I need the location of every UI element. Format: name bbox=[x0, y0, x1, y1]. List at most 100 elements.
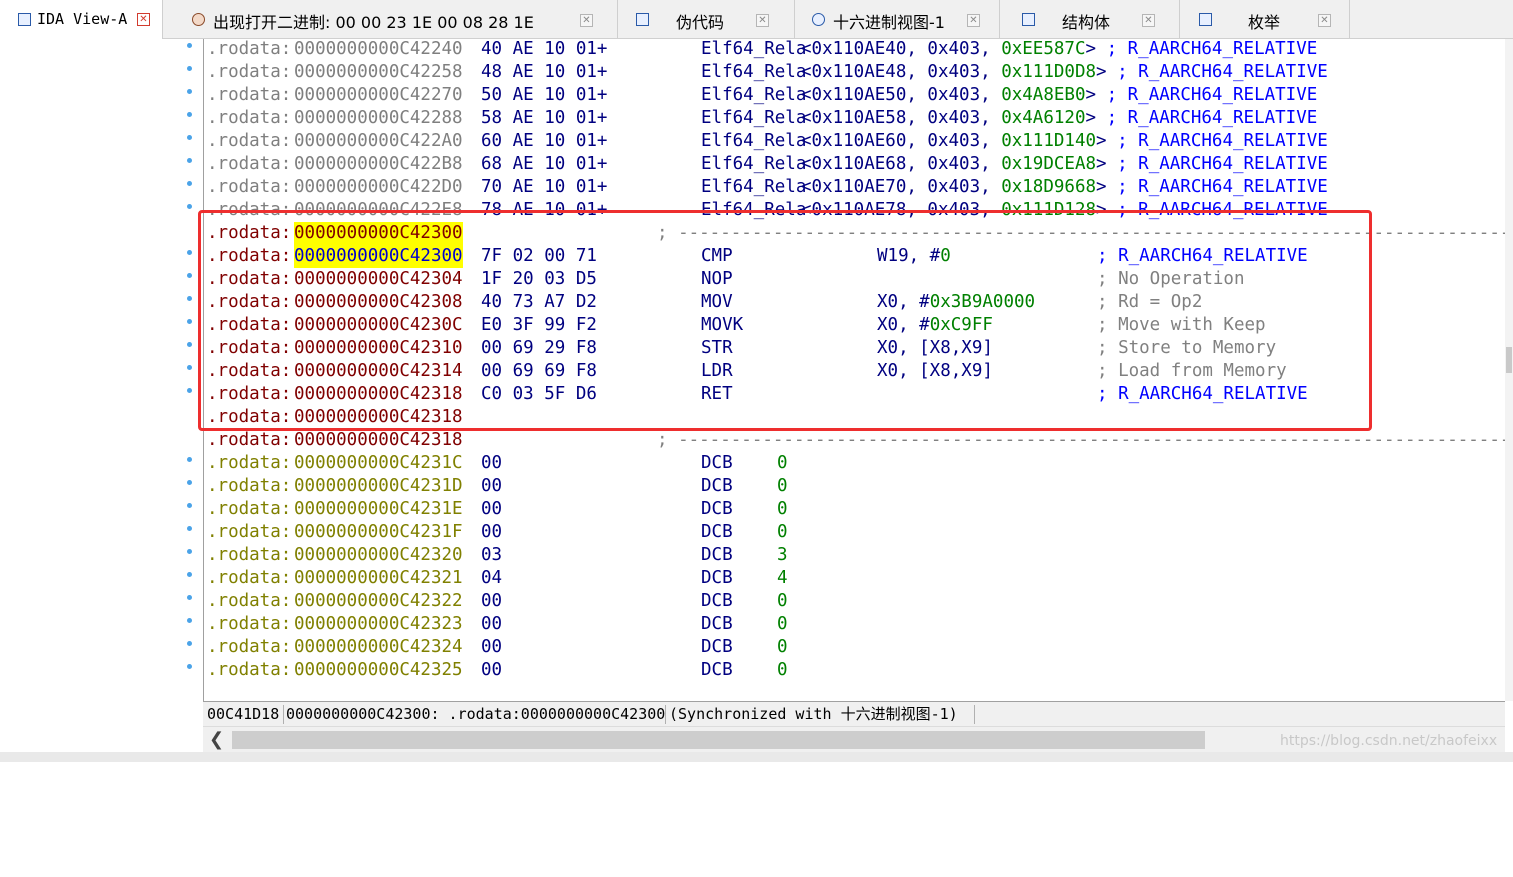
listing-line[interactable]: .rodata: 0000000000C42318 ; --------------… bbox=[204, 429, 1506, 452]
operand-number: 0 bbox=[777, 522, 788, 542]
listing-line[interactable]: .rodata: 0000000000C42270 50 AE 10 01+ Elf6… bbox=[204, 84, 1506, 107]
listing-line[interactable]: .rodata: 0000000000C42318 bbox=[204, 406, 1506, 429]
operand-text: <0x110AE48, 0x403, bbox=[801, 62, 1002, 82]
comment: ; R_AARCH64_RELATIVE bbox=[1117, 131, 1328, 151]
listing-line[interactable]: .rodata: 0000000000C42320 03 DCB 3 bbox=[204, 544, 1506, 567]
listing-line[interactable]: .rodata: 0000000000C42288 58 AE 10 01+ Elf6… bbox=[204, 107, 1506, 130]
line-marker-dot bbox=[187, 43, 192, 48]
comment: ; No Operation bbox=[1097, 269, 1245, 289]
arrows-panel bbox=[0, 39, 203, 762]
listing-line[interactable]: .rodata: 0000000000C42304 1F 20 03 D5 NOP ; … bbox=[204, 268, 1506, 291]
listing-line[interactable]: .rodata: 0000000000C42308 40 73 A7 D2 MOV X0… bbox=[204, 291, 1506, 314]
line-marker-dot bbox=[187, 89, 192, 94]
listing-line[interactable]: .rodata: 0000000000C42314 00 69 69 F8 LDR X0… bbox=[204, 360, 1506, 383]
close-icon[interactable]: ✕ bbox=[756, 14, 769, 27]
disassembly-listing[interactable]: .rodata: 0000000000C42240 40 AE 10 01+ Elf6… bbox=[203, 39, 1506, 701]
operand-number: 0 bbox=[940, 246, 951, 266]
opcode-bytes: 03 bbox=[481, 545, 503, 565]
operands: 3 bbox=[777, 544, 788, 567]
line-marker-dot bbox=[187, 664, 192, 669]
tab-search-result[interactable]: 出现打开二进制: 00 00 23 1E 00 08 28 1E ✕ bbox=[175, 0, 618, 38]
line-marker-dot bbox=[187, 457, 192, 462]
operand-number: 0x111D128 bbox=[1001, 200, 1097, 220]
address: 0000000000C42320 bbox=[294, 545, 463, 565]
listing-line[interactable]: .rodata: 0000000000C4231F 00 DCB 0 bbox=[204, 521, 1506, 544]
address: 0000000000C4230C bbox=[294, 315, 463, 335]
mnemonic: Elf64_Rela bbox=[701, 85, 807, 105]
tab-hex-view[interactable]: 十六进制视图-1 ✕ bbox=[795, 0, 1000, 38]
close-icon[interactable]: ✕ bbox=[1142, 14, 1155, 27]
mnemonic: STR bbox=[701, 338, 733, 358]
scrollbar-thumb[interactable] bbox=[1506, 347, 1512, 373]
opcode-bytes: 00 bbox=[481, 660, 503, 680]
search-result-icon bbox=[192, 13, 205, 26]
operands: <0x110AE40, 0x403, 0xEE587C> ; R_AARCH64… bbox=[801, 39, 1317, 61]
listing-line[interactable]: .rodata: 0000000000C42321 04 DCB 4 bbox=[204, 567, 1506, 590]
operand-number: 4 bbox=[777, 568, 788, 588]
listing-line[interactable]: .rodata: 0000000000C422D0 70 AE 10 01+ Elf6… bbox=[204, 176, 1506, 199]
segment-name: .rodata: bbox=[207, 269, 292, 289]
listing-line[interactable]: .rodata: 0000000000C42258 48 AE 10 01+ Elf6… bbox=[204, 61, 1506, 84]
line-marker-dot bbox=[187, 342, 192, 347]
tab-enums[interactable]: 枚举 ✕ bbox=[1180, 0, 1350, 38]
close-icon[interactable]: ✕ bbox=[967, 14, 980, 27]
comment: ; R_AARCH64_RELATIVE bbox=[1117, 154, 1328, 174]
close-icon[interactable]: ✕ bbox=[580, 14, 593, 27]
scroll-left-icon[interactable]: ❮ bbox=[209, 729, 224, 750]
comment: ; Store to Memory bbox=[1097, 338, 1277, 358]
operand-text: <0x110AE78, 0x403, bbox=[801, 200, 1002, 220]
operand-text: <0x110AE68, 0x403, bbox=[801, 154, 1002, 174]
listing-line[interactable]: .rodata: 0000000000C42318 C0 03 5F D6 RET ; … bbox=[204, 383, 1506, 406]
listing-line[interactable]: .rodata: 0000000000C42310 00 69 29 F8 STR X0… bbox=[204, 337, 1506, 360]
opcode-bytes: 00 bbox=[481, 476, 503, 496]
mnemonic: Elf64_Rela bbox=[701, 154, 807, 174]
listing-line[interactable]: .rodata: 0000000000C42300 ; --------------… bbox=[204, 222, 1506, 245]
comment: ; R_AARCH64_RELATIVE bbox=[1106, 108, 1318, 128]
line-marker-dot bbox=[187, 112, 192, 117]
operand-text: X0, # bbox=[877, 292, 930, 312]
listing-line[interactable]: .rodata: 0000000000C42322 00 DCB 0 bbox=[204, 590, 1506, 613]
operand-number: 0 bbox=[777, 499, 788, 519]
close-icon[interactable]: ✕ bbox=[137, 13, 150, 26]
close-icon[interactable]: ✕ bbox=[1318, 14, 1331, 27]
operand-number: 0xEE587C bbox=[1001, 39, 1086, 59]
ida-view-icon bbox=[18, 13, 31, 26]
line-marker-dot bbox=[187, 549, 192, 554]
scrollbar-thumb[interactable] bbox=[232, 731, 1205, 749]
operand-text: > bbox=[1096, 131, 1118, 151]
tab-label: 结构体 bbox=[1062, 13, 1111, 32]
opcode-bytes: 58 AE 10 01+ bbox=[481, 108, 608, 128]
tab-structures[interactable]: 结构体 ✕ bbox=[1000, 0, 1180, 38]
vertical-scrollbar[interactable] bbox=[1505, 39, 1513, 701]
listing-line[interactable]: .rodata: 0000000000C4231D 00 DCB 0 bbox=[204, 475, 1506, 498]
operands: 0 bbox=[777, 636, 788, 659]
listing-line[interactable]: .rodata: 0000000000C42323 00 DCB 0 bbox=[204, 613, 1506, 636]
operands: <0x110AE58, 0x403, 0x4A6120> ; R_AARCH64… bbox=[801, 107, 1317, 130]
segment-name: .rodata: bbox=[207, 545, 292, 565]
opcode-bytes: 00 69 69 F8 bbox=[481, 361, 597, 381]
listing-line[interactable]: .rodata: 0000000000C42300 7F 02 00 71 CMP W1… bbox=[204, 245, 1506, 268]
listing-line[interactable]: .rodata: 0000000000C42324 00 DCB 0 bbox=[204, 636, 1506, 659]
listing-line[interactable]: .rodata: 0000000000C42325 00 DCB 0 bbox=[204, 659, 1506, 682]
address: 0000000000C42240 bbox=[294, 39, 463, 59]
operand-number: 0 bbox=[777, 453, 788, 473]
address: 0000000000C42310 bbox=[294, 338, 463, 358]
tab-pseudocode[interactable]: 伪代码 ✕ bbox=[618, 0, 795, 38]
opcode-bytes: 68 AE 10 01+ bbox=[481, 154, 608, 174]
address: 0000000000C42318 bbox=[294, 407, 463, 427]
listing-line[interactable]: .rodata: 0000000000C4231E 00 DCB 0 bbox=[204, 498, 1506, 521]
operand-number: 0x111D0D8 bbox=[1001, 62, 1097, 82]
listing-line[interactable]: .rodata: 0000000000C422B8 68 AE 10 01+ Elf6… bbox=[204, 153, 1506, 176]
listing-line[interactable]: .rodata: 0000000000C42240 40 AE 10 01+ Elf6… bbox=[204, 39, 1506, 61]
operand-text: <0x110AE70, 0x403, bbox=[801, 177, 1002, 197]
listing-line[interactable]: .rodata: 0000000000C4230C E0 3F 99 F2 MOVK X… bbox=[204, 314, 1506, 337]
mnemonic: DCB bbox=[701, 476, 733, 496]
separator: ; --------------------------------------… bbox=[657, 430, 1506, 450]
listing-line[interactable]: .rodata: 0000000000C422A0 60 AE 10 01+ Elf6… bbox=[204, 130, 1506, 153]
tab-ida-view-a[interactable]: IDA View-A ✕ bbox=[0, 0, 163, 39]
segment-name: .rodata: bbox=[207, 338, 292, 358]
operands: X0, #0x3B9A0000 bbox=[877, 291, 1035, 314]
pseudocode-icon bbox=[636, 13, 649, 26]
listing-line[interactable]: .rodata: 0000000000C4231C 00 DCB 0 bbox=[204, 452, 1506, 475]
listing-line[interactable]: .rodata: 0000000000C422E8 78 AE 10 01+ Elf6… bbox=[204, 199, 1506, 222]
